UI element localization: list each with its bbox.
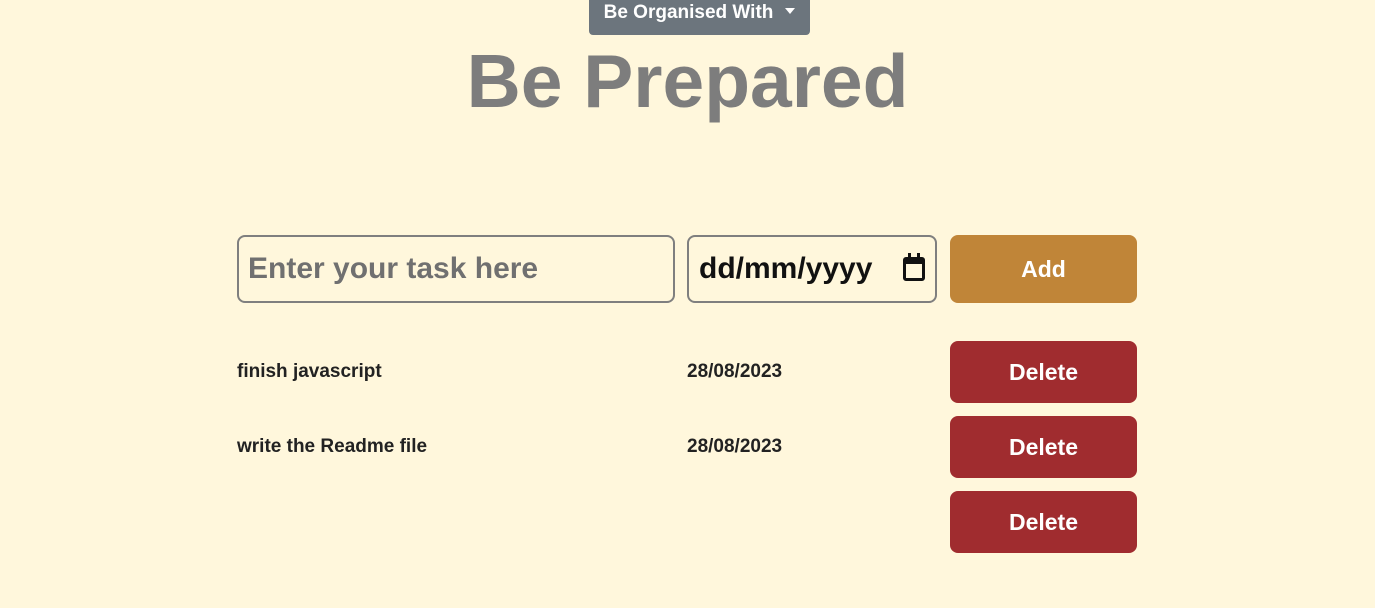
date-placeholder: dd/mm/yyyy xyxy=(699,252,873,285)
organised-with-dropdown[interactable]: Be Organised With xyxy=(589,0,810,35)
calendar-icon[interactable] xyxy=(903,253,925,281)
delete-button[interactable]: Delete xyxy=(950,341,1137,403)
delete-button[interactable]: Delete xyxy=(950,491,1137,553)
date-input[interactable]: dd/mm/yyyy xyxy=(687,235,937,303)
task-date: 28/08/2023 xyxy=(687,361,783,382)
task-name: finish javascript xyxy=(237,361,382,382)
task-name: write the Readme file xyxy=(237,436,428,457)
dropdown-label: Be Organised With xyxy=(603,2,774,23)
page-title: Be Prepared xyxy=(466,39,909,123)
add-button[interactable]: Add xyxy=(950,235,1137,303)
caret-down-icon xyxy=(785,8,796,14)
task-input[interactable] xyxy=(237,235,675,303)
task-date: 28/08/2023 xyxy=(687,436,783,457)
delete-button[interactable]: Delete xyxy=(950,416,1137,478)
page: Be Organised With Be Prepared dd/mm/yyyy… xyxy=(0,0,1375,608)
